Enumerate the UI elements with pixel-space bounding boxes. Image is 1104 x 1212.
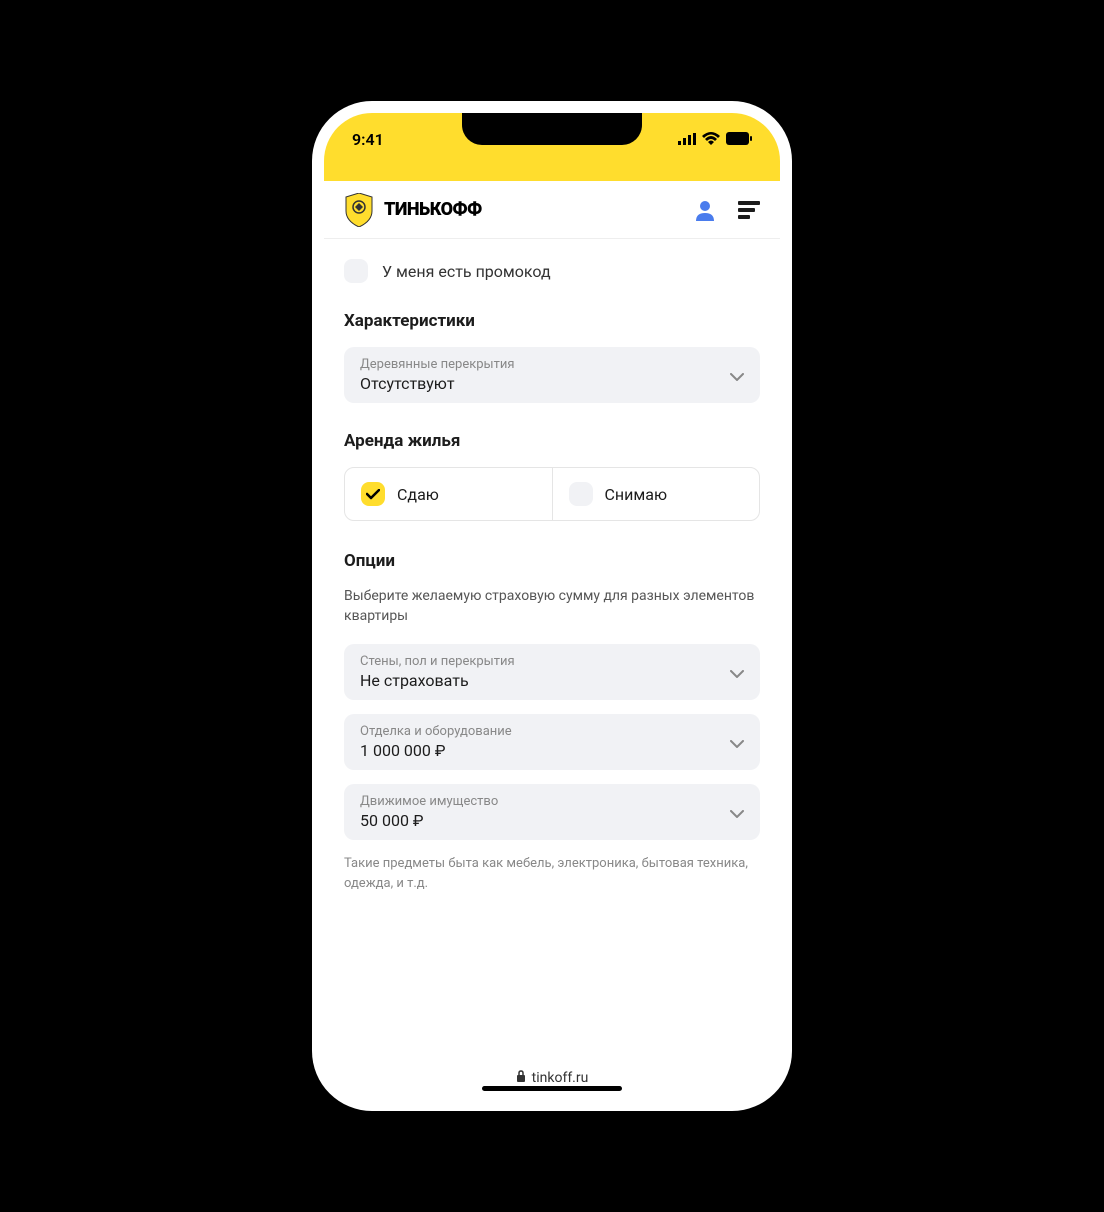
device-notch <box>462 113 642 145</box>
chevron-down-icon <box>730 803 744 822</box>
content[interactable]: У меня есть промокод Характеристики Дере… <box>324 239 780 1057</box>
chevron-down-icon <box>730 663 744 682</box>
header-actions <box>694 199 760 221</box>
rental-option-rent-in[interactable]: Снимаю <box>552 468 760 520</box>
checkbox-checked-icon <box>361 482 385 506</box>
battery-icon <box>726 130 752 149</box>
rental-rent-in-label: Снимаю <box>605 485 668 504</box>
menu-icon[interactable] <box>738 201 760 219</box>
wooden-floors-label: Деревянные перекрытия <box>360 357 515 372</box>
rental-option-rent-out[interactable]: Сдаю <box>345 468 552 520</box>
options-title: Опции <box>344 551 760 571</box>
movable-property-value: 50 000 ₽ <box>360 811 498 830</box>
user-icon[interactable] <box>694 199 716 221</box>
promo-checkbox-row[interactable]: У меня есть промокод <box>344 259 760 283</box>
finishing-value: 1 000 000 ₽ <box>360 741 512 760</box>
characteristics-title: Характеристики <box>344 311 760 331</box>
status-indicators <box>678 130 752 149</box>
movable-property-dropdown[interactable]: Движимое имущество 50 000 ₽ <box>344 784 760 840</box>
signal-icon <box>678 130 696 149</box>
rental-title: Аренда жилья <box>344 431 760 451</box>
walls-value: Не страховать <box>360 671 515 690</box>
lock-icon <box>516 1070 526 1086</box>
brand-name: ТИНЬКОФФ <box>384 199 482 220</box>
options-subtitle: Выберите желаемую страховую сумму для ра… <box>344 587 760 626</box>
status-time: 9:41 <box>352 130 384 149</box>
logo[interactable]: ТИНЬКОФФ <box>344 193 482 227</box>
promo-label: У меня есть промокод <box>382 262 551 281</box>
rental-toggle-group: Сдаю Снимаю <box>344 467 760 521</box>
promo-checkbox[interactable] <box>344 259 368 283</box>
wifi-icon <box>702 130 720 149</box>
header-accent <box>324 165 780 181</box>
walls-label: Стены, пол и перекрытия <box>360 654 515 669</box>
phone-frame: 9:41 ТИНЬКОФФ <box>312 101 792 1111</box>
wooden-floors-dropdown[interactable]: Деревянные перекрытия Отсутствуют <box>344 347 760 403</box>
wooden-floors-value: Отсутствуют <box>360 374 515 393</box>
app-header: ТИНЬКОФФ <box>324 181 780 239</box>
finishing-label: Отделка и оборудование <box>360 724 512 739</box>
home-indicator[interactable] <box>482 1086 622 1091</box>
movable-helper-text: Такие предметы быта как мебель, электрон… <box>344 854 760 893</box>
browser-url: tinkoff.ru <box>532 1070 589 1086</box>
finishing-dropdown[interactable]: Отделка и оборудование 1 000 000 ₽ <box>344 714 760 770</box>
walls-dropdown[interactable]: Стены, пол и перекрытия Не страховать <box>344 644 760 700</box>
chevron-down-icon <box>730 366 744 385</box>
rental-rent-out-label: Сдаю <box>397 485 439 504</box>
screen: 9:41 ТИНЬКОФФ <box>324 113 780 1099</box>
checkbox-unchecked-icon <box>569 482 593 506</box>
chevron-down-icon <box>730 733 744 752</box>
logo-shield-icon <box>344 193 374 227</box>
movable-property-label: Движимое имущество <box>360 794 498 809</box>
option-group: Стены, пол и перекрытия Не страховать От… <box>344 644 760 840</box>
browser-url-bar[interactable]: tinkoff.ru <box>324 1057 780 1099</box>
